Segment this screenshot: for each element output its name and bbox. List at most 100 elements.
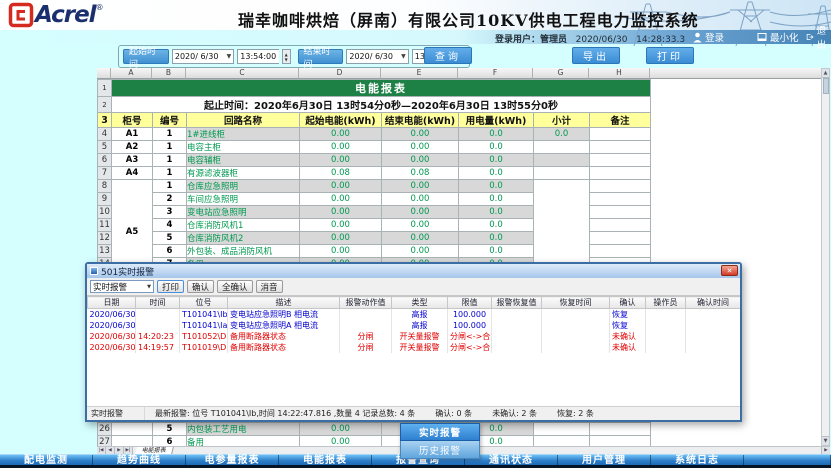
row-number[interactable]: 5 [98,141,112,154]
note-cell[interactable] [590,141,651,154]
start-energy-cell[interactable]: 0.00 [300,423,382,436]
note-cell[interactable] [590,423,651,436]
circuit-name-cell[interactable]: 内包装工艺用电 [187,423,300,436]
circuit-name-cell[interactable]: 外包装、成品消防风机 [187,245,300,258]
start-energy-cell[interactable]: 0.00 [300,193,382,206]
table-row[interactable]: 7A41有源滤波器柜0.080.080.0 [98,167,651,180]
vertical-scrollbar[interactable]: ▲ ▼ [821,68,830,446]
row-number[interactable]: 2 [98,97,112,113]
print-button[interactable]: 打印 [646,47,694,64]
end-energy-cell[interactable]: 0.00 [382,206,459,219]
alarm-column-header[interactable]: 位号 [180,297,228,309]
table-row[interactable]: 276备用0.000.000.0 [98,436,651,447]
alarm-column-header[interactable]: 描述 [228,297,340,309]
used-energy-cell[interactable]: 0.0 [459,193,534,206]
start-energy-cell[interactable]: 0.08 [300,167,382,180]
circuit-name-cell[interactable]: 仓库应急照明 [187,180,300,193]
nav-tab-energy-report[interactable]: 电能报表 [279,455,372,465]
start-energy-cell[interactable]: 0.00 [300,219,382,232]
start-time-spinner[interactable]: ▲ ▼ [282,49,291,64]
alarm-row[interactable]: 2020/06/3014:20:23T101052\DI1备用断路器状态分闸开关… [88,331,741,342]
used-energy-cell[interactable]: 0.0 [459,245,534,258]
start-energy-cell[interactable]: 0.00 [300,141,382,154]
note-cell[interactable] [590,167,651,180]
start-energy-cell[interactable]: 0.00 [300,206,382,219]
row-number[interactable]: 9 [98,193,112,206]
end-energy-cell[interactable]: 0.00 [382,128,459,141]
start-energy-cell[interactable]: 0.00 [300,180,382,193]
minimize-button[interactable]: 最小化 [757,30,799,44]
dropdown-arrow-icon[interactable]: ▼ [227,53,232,60]
start-energy-cell[interactable]: 0.00 [300,245,382,258]
nav-tab-system-log[interactable]: 系统日志 [651,455,744,465]
alarm-row[interactable]: 2020/06/30T101041\Ia变电站应急照明A 相电流高报100.00… [88,320,741,331]
row-number[interactable]: 3 [98,113,112,128]
cabinet-cell[interactable]: A1 [112,128,153,141]
print-alarm-button[interactable]: 打印 [157,280,184,293]
alarm-column-header[interactable]: 确认时间 [686,297,741,309]
sheet-corner-cell[interactable] [97,68,111,79]
circuit-name-cell[interactable]: 1#进线柜 [187,128,300,141]
start-energy-cell[interactable]: 0.00 [300,154,382,167]
row-number[interactable]: 27 [98,436,112,447]
export-button[interactable]: 导出 [572,47,620,64]
cabinet-cell[interactable] [112,423,153,436]
note-cell[interactable] [590,232,651,245]
table-row[interactable]: 4A111#进线柜0.000.000.00.0 [98,128,651,141]
close-icon[interactable]: ✕ [721,265,738,276]
circuit-name-cell[interactable]: 仓库消防风机1 [187,219,300,232]
circuit-name-cell[interactable]: 电容主柜 [187,141,300,154]
row-number[interactable]: 6 [98,154,112,167]
ack-all-button[interactable]: 全确认 [217,280,253,293]
query-button[interactable]: 查询 [424,47,472,64]
nav-tab-trend-curve[interactable]: 趋势曲线 [93,455,186,465]
scroll-down-icon[interactable]: ▼ [822,436,829,445]
table-row[interactable]: 5A21电容主柜0.000.000.0 [98,141,651,154]
circuit-number-cell[interactable]: 2 [153,193,187,206]
circuit-name-cell[interactable]: 电容辅柜 [187,154,300,167]
end-energy-cell[interactable]: 0.00 [382,154,459,167]
circuit-number-cell[interactable]: 1 [153,167,187,180]
column-letter[interactable]: E [381,68,458,79]
column-letter[interactable]: F [458,68,533,79]
horizontal-scrollbar[interactable] [173,447,821,454]
nav-tab-param-report[interactable]: 电参量报表 [186,455,279,465]
alarm-row[interactable]: 2020/06/3014:19:57T101019\DI1备用断路器状态分闸开关… [88,342,741,353]
start-energy-cell[interactable]: 0.00 [300,232,382,245]
circuit-number-cell[interactable]: 1 [153,154,187,167]
cabinet-cell[interactable] [112,436,153,447]
scroll-right-icon[interactable]: ▶ [821,447,830,454]
used-energy-cell[interactable]: 0.0 [459,206,534,219]
circuit-number-cell[interactable]: 1 [153,180,187,193]
sheet-tab-energy-report[interactable]: 电能报表 [135,447,174,454]
alarm-type-select[interactable]: 实时报警 ▼ [90,280,154,293]
subtotal-cell[interactable] [534,423,590,436]
circuit-number-cell[interactable]: 5 [153,232,187,245]
row-number[interactable]: 12 [98,232,112,245]
circuit-name-cell[interactable]: 备用 [187,436,300,447]
row-number[interactable]: 13 [98,245,112,258]
start-energy-cell[interactable]: 0.00 [300,436,382,447]
subtotal-cell[interactable] [534,154,590,167]
row-number[interactable]: 8 [98,180,112,193]
used-energy-cell[interactable]: 0.0 [459,167,534,180]
dialog-titlebar[interactable]: 501实时报警 ✕ [87,264,740,278]
alarm-column-header[interactable]: 类型 [392,297,448,309]
circuit-number-cell[interactable]: 4 [153,219,187,232]
subtotal-cell[interactable] [534,167,590,180]
start-date-picker[interactable]: 2020/ 6/30 ▼ [172,49,234,64]
start-time-input[interactable]: 13:54:00 [237,49,279,64]
scroll-up-icon[interactable]: ▲ [822,69,829,78]
alarm-row[interactable]: 2020/06/30T101041\Ib变电站应急照明B 相电流高报100.00… [88,309,741,321]
end-energy-cell[interactable]: 0.08 [382,167,459,180]
start-energy-cell[interactable]: 0.00 [300,128,382,141]
alarm-column-header[interactable]: 时间 [136,297,180,309]
note-cell[interactable] [590,206,651,219]
row-number[interactable]: 26 [98,423,112,436]
sheet-nav-arrow-icon[interactable]: |◀ [97,447,106,454]
menu-item-history-alarm[interactable]: 历史报警 [400,441,480,459]
menu-item-realtime-alarm[interactable]: 实时报警 [400,423,480,441]
alarm-column-header[interactable]: 限值 [448,297,492,309]
row-number[interactable]: 7 [98,167,112,180]
column-letter[interactable]: C [186,68,299,79]
